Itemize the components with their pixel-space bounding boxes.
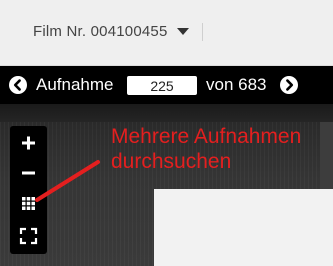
plus-icon bbox=[22, 136, 35, 150]
page-number-input[interactable] bbox=[127, 76, 197, 95]
film-edge-strip bbox=[320, 122, 333, 189]
grid-icon bbox=[22, 197, 35, 210]
fullscreen-button[interactable] bbox=[14, 223, 43, 249]
next-page-button[interactable] bbox=[280, 76, 298, 94]
film-number-label: Film Nr. 004100455 bbox=[33, 22, 168, 40]
document-page-area bbox=[154, 189, 333, 266]
annotation-callout: Mehrere Aufnahmen durchsuchen bbox=[111, 124, 301, 174]
page-label: Aufnahme bbox=[36, 75, 114, 94]
annotation-line-1: Mehrere Aufnahmen bbox=[111, 125, 302, 148]
chevron-right-icon bbox=[286, 79, 294, 91]
chevron-down-icon bbox=[176, 27, 189, 35]
page-navigation-bar: Aufnahme von 683 bbox=[0, 66, 333, 104]
film-header-bar: Film Nr. 004100455 bbox=[0, 0, 333, 66]
header-divider bbox=[202, 23, 203, 41]
film-viewer-app: Film Nr. 004100455 Aufnahme von 683 bbox=[0, 0, 333, 266]
zoom-in-button[interactable] bbox=[14, 130, 43, 156]
previous-page-button[interactable] bbox=[9, 76, 27, 94]
minus-icon bbox=[22, 171, 35, 175]
zoom-out-button[interactable] bbox=[14, 160, 43, 186]
fullscreen-icon bbox=[19, 227, 38, 245]
film-edge-band bbox=[0, 104, 333, 122]
film-select-dropdown[interactable]: Film Nr. 004100455 bbox=[33, 20, 189, 42]
grid-view-button[interactable] bbox=[14, 190, 43, 216]
annotation-line-2: durchsuchen bbox=[111, 150, 232, 173]
page-total-label: von 683 bbox=[206, 75, 267, 94]
viewer-toolbar bbox=[10, 126, 47, 254]
chevron-left-icon bbox=[13, 79, 21, 91]
